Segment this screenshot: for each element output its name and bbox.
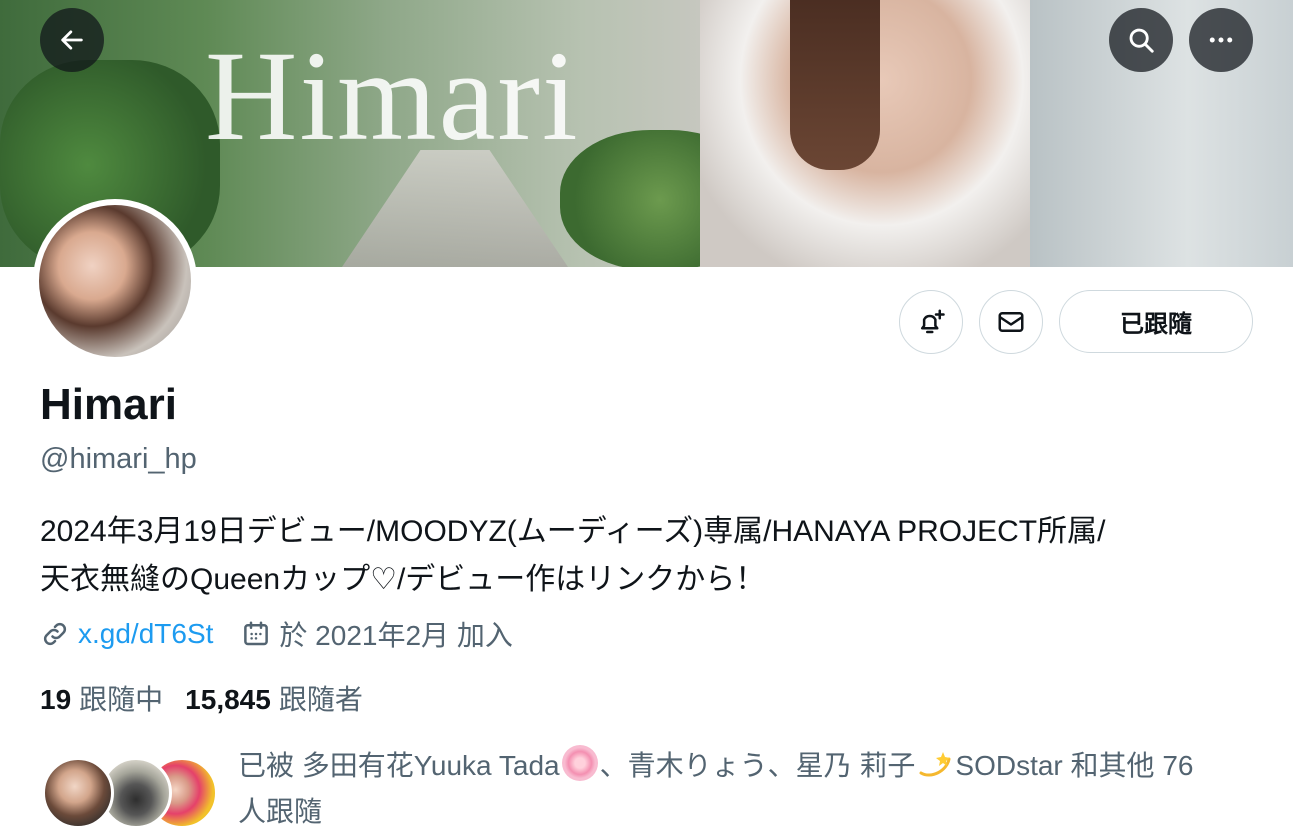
mail-icon: [998, 312, 1024, 332]
following-count: 19: [40, 684, 72, 715]
followers-label: 跟隨者: [278, 684, 363, 715]
back-button[interactable]: [40, 8, 104, 72]
followed-by-name-1: 多田有花Yuuka Tada: [301, 750, 560, 781]
arrow-left-icon: [61, 30, 83, 50]
message-button[interactable]: [979, 290, 1043, 354]
bell-plus-icon: [921, 309, 945, 334]
banner-hair: [790, 0, 880, 170]
followed-by-names: 、青木りょう、星乃 莉子: [599, 750, 916, 781]
follow-stats: 19 跟隨中 15,845 跟隨者: [40, 678, 363, 718]
search-icon: [1129, 28, 1154, 53]
bio-line-1: 2024年3月19日デビュー/MOODYZ(ムーディーズ)専属/HANAYA P…: [40, 515, 1106, 548]
following-button[interactable]: 已跟隨: [1059, 290, 1253, 353]
cherry-blossom-icon: [561, 745, 598, 781]
profile-meta: x.gd/dT6St 於 2021年2月 加入: [40, 614, 513, 654]
search-button[interactable]: [1109, 8, 1173, 72]
more-horizontal-icon: [1209, 37, 1233, 43]
bio-line-2: 天衣無縫のQueenカップ♡/デビュー作はリンクから！: [40, 563, 766, 596]
more-button[interactable]: [1189, 8, 1253, 72]
link-icon: [43, 622, 67, 646]
avatar-image: [39, 205, 191, 357]
follower-avatar-1[interactable]: [42, 757, 114, 829]
followed-by-text[interactable]: 已被 多田有花Yuuka Tada 、青木りょう、星乃 莉子 SODstar 和其他…: [238, 743, 1268, 835]
join-date: 於 2021年2月 加入: [279, 620, 513, 651]
dizzy-star-icon: [919, 752, 951, 777]
banner-title: Himari: [205, 25, 580, 167]
profile-avatar[interactable]: [33, 199, 197, 363]
calendar-icon: [244, 621, 269, 646]
display-name: Himari: [40, 380, 177, 429]
user-handle: @himari_hp: [40, 443, 197, 475]
following-stat[interactable]: 19 跟隨中: [40, 678, 163, 718]
followers-stat[interactable]: 15,845 跟隨者: [185, 678, 363, 718]
notifications-button[interactable]: [899, 290, 963, 354]
following-label: 跟隨中: [79, 684, 164, 715]
followed-by-line-2: 人跟隨: [238, 796, 323, 827]
banner-path: [340, 150, 570, 267]
profile-banner[interactable]: Himari: [0, 0, 1293, 267]
followers-count: 15,845: [185, 684, 271, 715]
profile-bio: 2024年3月19日デビュー/MOODYZ(ムーディーズ)専属/HANAYA P…: [40, 508, 1260, 604]
followed-by-others: SODstar 和其他 76: [955, 750, 1194, 781]
profile-link[interactable]: x.gd/dT6St: [78, 618, 213, 650]
followed-by-prefix: 已被: [238, 750, 302, 781]
